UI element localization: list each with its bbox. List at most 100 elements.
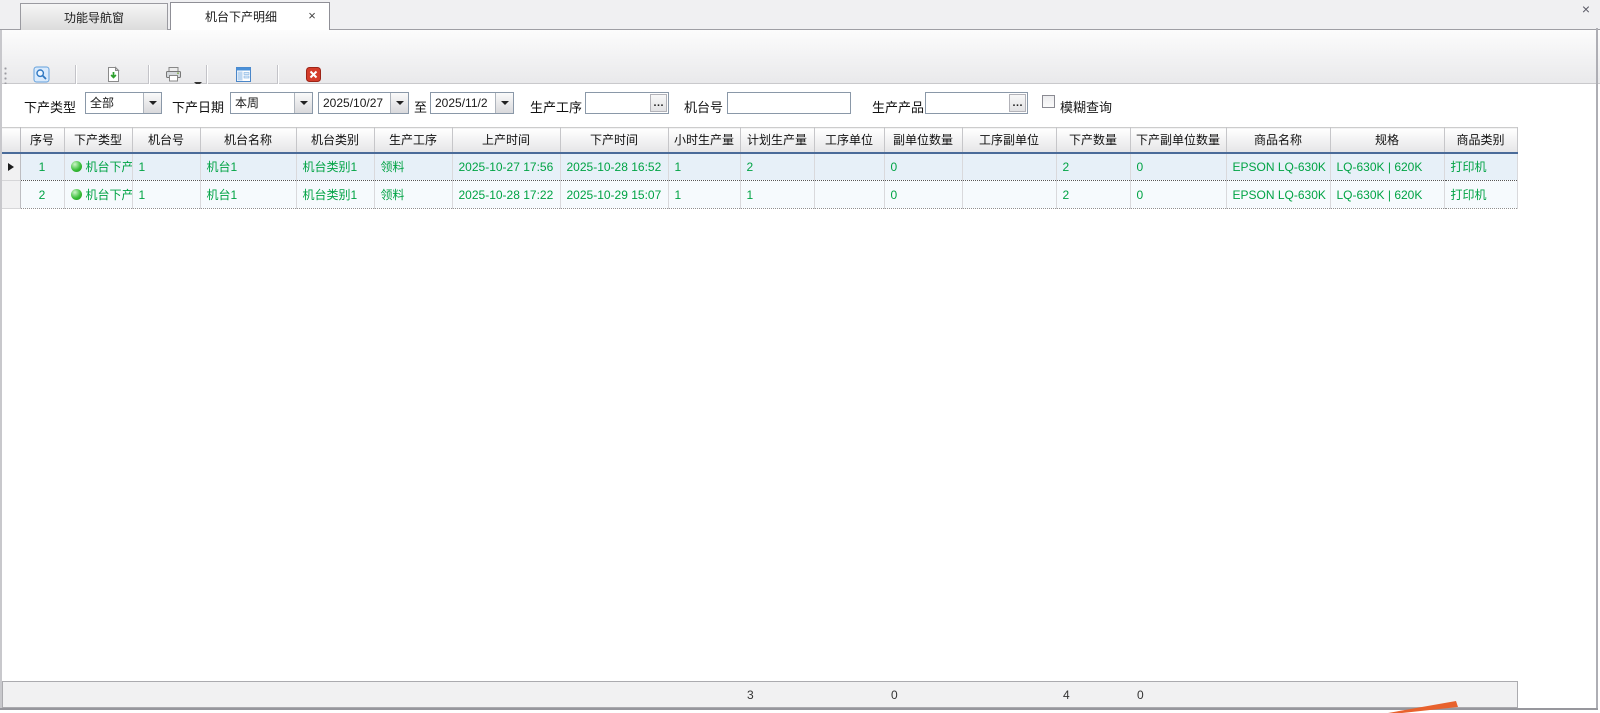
cell-fdwsl[interactable]: 0	[884, 153, 962, 181]
header-cell-gxfdw[interactable]: 工序副单位	[962, 128, 1056, 153]
process-lookup-field: …	[585, 92, 669, 114]
cell-jth[interactable]: 1	[132, 181, 200, 209]
cell-xcfdwsl[interactable]: 0	[1130, 153, 1226, 181]
cell-jtmc[interactable]: 机台1	[200, 181, 296, 209]
product-input[interactable]	[926, 93, 1009, 113]
date-to-picker[interactable]: 2025/11/2	[430, 92, 514, 114]
date-preset-value: 本周	[235, 95, 292, 112]
cell-xssc[interactable]: 1	[668, 181, 740, 209]
header-cell-xh[interactable]: 序号	[20, 128, 64, 153]
window-close-icon[interactable]: ×	[1578, 1, 1594, 17]
header-cell-type[interactable]: 下产类型	[64, 128, 132, 153]
cell-ssj[interactable]: 2025-10-28 17:22	[452, 181, 560, 209]
ellipsis-lookup-icon[interactable]: …	[1009, 94, 1026, 112]
cell-scgx[interactable]: 领料	[374, 181, 452, 209]
summary-cell-xcsl: 4	[1057, 682, 1131, 707]
cell-gxdw[interactable]	[814, 181, 884, 209]
fuzzy-search-checkbox[interactable]	[1042, 95, 1055, 108]
cell-jtmc[interactable]: 机台1	[200, 153, 296, 181]
cell-spmc[interactable]: EPSON LQ-630K	[1226, 153, 1330, 181]
header-cell-xssc[interactable]: 小时生产量	[668, 128, 740, 153]
cell-gxfdw[interactable]	[962, 181, 1056, 209]
summary-cell-xssc	[669, 682, 741, 707]
header-cell-gxdw[interactable]: 工序单位	[814, 128, 884, 153]
header-cell-gg[interactable]: 规格	[1330, 128, 1444, 153]
cell-xssc[interactable]: 1	[668, 153, 740, 181]
tab-machine-output-detail[interactable]: 机台下产明细 ×	[170, 2, 330, 30]
excel-export-icon	[105, 66, 122, 83]
cell-xsj[interactable]: 2025-10-28 16:52	[560, 153, 668, 181]
cell-jtlb[interactable]: 机台类别1	[296, 181, 374, 209]
form-design-icon	[235, 66, 252, 83]
chevron-down-icon[interactable]	[294, 93, 312, 113]
cell-xh[interactable]: 1	[20, 153, 64, 181]
cell-xh[interactable]: 2	[20, 181, 64, 209]
header-cell-jhsc[interactable]: 计划生产量	[740, 128, 814, 153]
header-cell-jtmc[interactable]: 机台名称	[200, 128, 296, 153]
header-cell-xcsl[interactable]: 下产数量	[1056, 128, 1130, 153]
table-row[interactable]: 2机台下产1机台1机台类别1领料2025-10-28 17:222025-10-…	[2, 181, 1517, 209]
cell-gg[interactable]: LQ-630K | 620K	[1330, 181, 1444, 209]
summary-cell-type	[65, 682, 133, 707]
header-cell-ssj[interactable]: 上产时间	[452, 128, 560, 153]
cell-gxdw[interactable]	[814, 153, 884, 181]
summary-cell-scgx	[375, 682, 453, 707]
cell-jhsc[interactable]: 2	[740, 153, 814, 181]
date-preset-select[interactable]: 本周	[230, 92, 313, 114]
process-label: 生产工序	[530, 97, 582, 116]
cell-spmc[interactable]: EPSON LQ-630K	[1226, 181, 1330, 209]
cell-ssj[interactable]: 2025-10-27 17:56	[452, 153, 560, 181]
cell-type[interactable]: 机台下产	[64, 153, 132, 181]
summary-footer: 3040	[2, 681, 1518, 708]
cell-type-text: 机台下产	[86, 160, 133, 174]
machine-no-input[interactable]	[727, 92, 851, 114]
cell-gg[interactable]: LQ-630K | 620K	[1330, 153, 1444, 181]
cell-fdwsl[interactable]: 0	[884, 181, 962, 209]
cell-splb[interactable]: 打印机	[1444, 181, 1517, 209]
process-input[interactable]	[586, 93, 650, 113]
cell-jtlb[interactable]: 机台类别1	[296, 153, 374, 181]
tab-function-nav-label: 功能导航窗	[64, 9, 124, 26]
summary-cell-jtmc	[201, 682, 297, 707]
summary-cell-spmc	[1227, 682, 1331, 707]
ellipsis-lookup-icon[interactable]: …	[650, 94, 667, 112]
cell-jth[interactable]: 1	[132, 153, 200, 181]
output-type-select[interactable]: 全部	[85, 92, 162, 114]
header-cell-jtlb[interactable]: 机台类别	[296, 128, 374, 153]
chevron-down-icon[interactable]	[143, 93, 161, 113]
tab-close-icon[interactable]: ×	[305, 9, 319, 23]
product-label: 生产产品	[872, 97, 924, 116]
cell-type-text: 机台下产	[86, 188, 133, 202]
status-green-ball-icon	[71, 189, 82, 200]
header-cell-jth[interactable]: 机台号	[132, 128, 200, 153]
header-cell-fdwsl[interactable]: 副单位数量	[884, 128, 962, 153]
header-cell-spmc[interactable]: 商品名称	[1226, 128, 1330, 153]
orange-arrow-decoration	[1388, 701, 1458, 713]
cell-xcfdwsl[interactable]: 0	[1130, 181, 1226, 209]
date-from-picker[interactable]: 2025/10/27	[318, 92, 409, 114]
chevron-down-icon[interactable]	[390, 93, 408, 113]
summary-cell-ssj	[453, 682, 561, 707]
cell-gxfdw[interactable]	[962, 153, 1056, 181]
status-green-ball-icon	[71, 161, 82, 172]
header-cell-scgx[interactable]: 生产工序	[374, 128, 452, 153]
header-cell-xcfdwsl[interactable]: 下产副单位数量	[1130, 128, 1226, 153]
current-row-arrow-icon	[8, 163, 14, 171]
summary-cell-gxfdw	[963, 682, 1057, 707]
cell-xsj[interactable]: 2025-10-29 15:07	[560, 181, 668, 209]
header-cell-xsj[interactable]: 下产时间	[560, 128, 668, 153]
cell-xcsl[interactable]: 2	[1056, 181, 1130, 209]
cell-type[interactable]: 机台下产	[64, 181, 132, 209]
app-window: 功能导航窗 机台下产明细 × × 查询(Q) 导出Excel	[0, 0, 1600, 713]
tab-function-nav[interactable]: 功能导航窗	[20, 3, 168, 30]
tab-machine-output-detail-label: 机台下产明细	[205, 8, 277, 25]
cell-jhsc[interactable]: 1	[740, 181, 814, 209]
cell-splb[interactable]: 打印机	[1444, 153, 1517, 181]
row-header-cell[interactable]	[2, 153, 20, 181]
header-cell-splb[interactable]: 商品类别	[1444, 128, 1517, 153]
cell-xcsl[interactable]: 2	[1056, 153, 1130, 181]
row-header-cell[interactable]	[2, 181, 20, 209]
chevron-down-icon[interactable]	[495, 93, 513, 113]
table-row[interactable]: 1机台下产1机台1机台类别1领料2025-10-27 17:562025-10-…	[2, 153, 1517, 181]
cell-scgx[interactable]: 领料	[374, 153, 452, 181]
